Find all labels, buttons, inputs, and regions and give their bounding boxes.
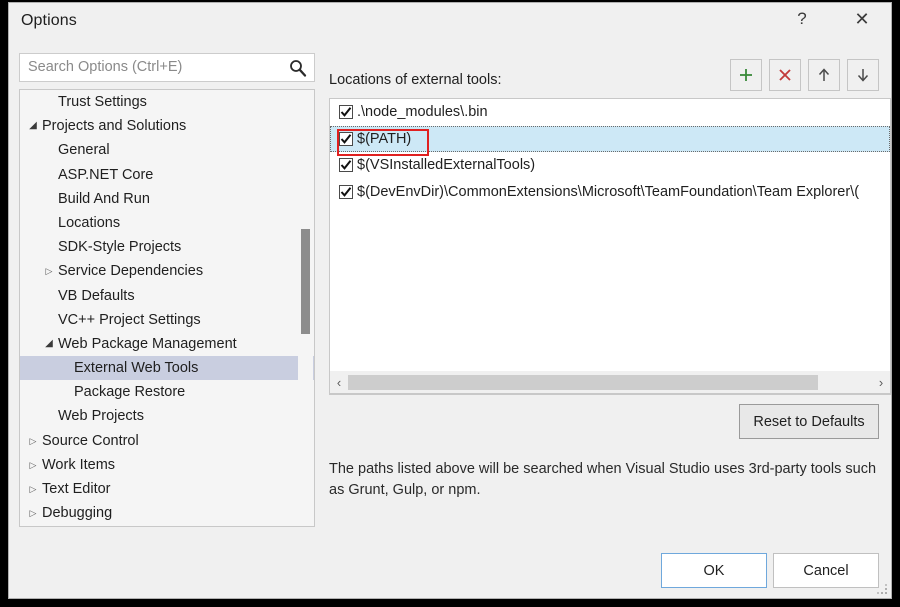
delete-path-button[interactable] — [769, 59, 801, 91]
sidebar-item-service-dependencies[interactable]: ▷ Service Dependencies — [20, 259, 314, 283]
tree-item-label: ASP.NET Core — [58, 166, 154, 183]
sidebar-item-package-restore[interactable]: Package Restore — [20, 380, 314, 404]
description-text: The paths listed above will be searched … — [329, 461, 877, 498]
list-item[interactable]: .\node_modules\.bin — [330, 99, 890, 126]
list-item[interactable]: $(DevEnvDir)\CommonExtensions\Microsoft\… — [330, 179, 890, 206]
tree-item-label: General — [58, 142, 110, 159]
search-icon — [290, 60, 307, 77]
resize-grip[interactable] — [876, 583, 888, 595]
add-path-button[interactable] — [730, 59, 762, 91]
external-tools-list[interactable]: .\node_modules\.bin $(PATH) $(VSInstalledE… — [329, 98, 891, 395]
tree-scrollbar[interactable] — [298, 91, 313, 526]
list-item[interactable]: $(VSInstalledExternalTools) — [330, 152, 890, 179]
scrollbar-thumb[interactable] — [348, 374, 818, 390]
sidebar-item-web-package-management[interactable]: ◢ Web Package Management — [20, 332, 314, 356]
list-item[interactable]: $(PATH) — [330, 125, 890, 152]
path-label: $(PATH) — [357, 130, 412, 147]
tree-item-label: External Web Tools — [74, 360, 199, 377]
search-input[interactable]: Search Options (Ctrl+E) — [19, 53, 315, 82]
scrollbar-track[interactable] — [348, 371, 872, 393]
arrow-up-icon — [818, 68, 830, 81]
ok-button[interactable]: OK — [661, 553, 767, 588]
tree-item-label: Build And Run — [58, 190, 150, 207]
list-toolbar — [730, 59, 879, 91]
reset-to-defaults-button[interactable]: Reset to Defaults — [739, 404, 879, 439]
close-icon: ✕ — [854, 8, 870, 29]
chevron-down-icon[interactable]: ◢ — [26, 114, 40, 138]
question-mark-icon: ? — [797, 9, 807, 28]
path-label: $(DevEnvDir)\CommonExtensions\Microsoft\… — [357, 183, 860, 200]
path-label: .\node_modules\.bin — [357, 104, 488, 121]
sidebar-item-sdk-style-projects[interactable]: SDK-Style Projects — [20, 235, 314, 259]
sidebar-item-locations[interactable]: Locations — [20, 211, 314, 235]
options-dialog: Options ? ✕ Search Options (Ctrl+E) Trus… — [8, 2, 892, 599]
tree-item-label: VB Defaults — [58, 287, 135, 304]
tree-item-label: Package Restore — [74, 384, 186, 401]
sidebar-item-work-items[interactable]: ▷ Work Items — [20, 453, 314, 477]
sidebar-item-build-and-run[interactable]: Build And Run — [20, 187, 314, 211]
tree-item-label: Text Editor — [42, 481, 111, 497]
scroll-left-button[interactable]: ‹ — [330, 372, 348, 393]
list-horizontal-scrollbar[interactable]: ‹ › — [329, 371, 891, 394]
tree-item-label: Trust Settings — [58, 94, 147, 110]
sidebar-item-source-control[interactable]: ▷ Source Control — [20, 429, 314, 453]
close-x-icon — [779, 69, 791, 81]
chevron-right-icon[interactable]: ▷ — [26, 453, 40, 477]
list-label: Locations of external tools: — [329, 72, 502, 88]
path-checkbox[interactable] — [339, 131, 353, 146]
sidebar-item-projects-and-solutions[interactable]: ◢ Projects and Solutions — [20, 114, 314, 138]
sidebar-item-external-web-tools[interactable]: External Web Tools — [20, 356, 314, 381]
sidebar-item-text-editor[interactable]: ▷ Text Editor — [20, 477, 314, 501]
sidebar-item-vb-defaults[interactable]: VB Defaults — [20, 284, 314, 308]
sidebar-item-asp-net-core[interactable]: ASP.NET Core — [20, 163, 314, 187]
chevron-right-icon[interactable]: ▷ — [26, 429, 40, 453]
sidebar-item-web-projects[interactable]: Web Projects — [20, 404, 314, 428]
tree-item-label: Locations — [58, 214, 121, 231]
chevron-right-icon[interactable]: ▷ — [42, 259, 56, 283]
help-button[interactable]: ? — [779, 3, 825, 35]
sidebar-item-debugging[interactable]: ▷ Debugging — [20, 501, 314, 525]
search-placeholder: Search Options (Ctrl+E) — [28, 59, 183, 75]
chevron-down-icon[interactable]: ◢ — [42, 332, 56, 356]
window-title: Options — [21, 12, 77, 29]
sidebar-item-trust-settings[interactable]: Trust Settings — [20, 90, 314, 114]
tree-item-label: Projects and Solutions — [42, 118, 187, 135]
chevron-right-icon[interactable]: ▷ — [26, 477, 40, 501]
options-tree[interactable]: Trust Settings ◢ Projects and Solutions Gen… — [19, 89, 315, 527]
cancel-button[interactable]: Cancel — [773, 553, 879, 588]
path-label: $(VSInstalledExternalTools) — [357, 157, 536, 174]
tree-item-label: VC++ Project Settings — [58, 311, 201, 328]
tree-item-label: Web Projects — [58, 408, 144, 425]
tree-item-label: Web Package Management — [58, 335, 237, 352]
tree-item-label: Service Dependencies — [58, 263, 204, 280]
sidebar-item-vc-project-settings[interactable]: VC++ Project Settings — [20, 308, 314, 332]
plus-icon — [740, 69, 752, 81]
tree-item-label: Debugging — [42, 505, 113, 522]
move-up-button[interactable] — [808, 59, 840, 91]
chevron-right-icon[interactable]: ▷ — [26, 501, 40, 525]
tree-item-label: SDK-Style Projects — [58, 239, 182, 256]
path-checkbox[interactable] — [339, 105, 353, 120]
tree-item-list: Trust Settings ◢ Projects and Solutions Gen… — [20, 90, 314, 525]
sidebar-item-general[interactable]: General — [20, 138, 314, 162]
arrow-down-icon — [857, 69, 869, 82]
path-checkbox[interactable] — [339, 184, 353, 199]
scroll-right-button[interactable]: › — [872, 372, 890, 393]
move-down-button[interactable] — [847, 59, 879, 91]
tree-item-label: Source Control — [42, 432, 139, 449]
close-button[interactable]: ✕ — [839, 3, 885, 35]
title-bar: Options ? ✕ — [9, 3, 891, 44]
tree-scrollbar-thumb[interactable] — [301, 229, 310, 334]
tree-item-label: Work Items — [42, 456, 116, 473]
path-checkbox[interactable] — [339, 158, 353, 173]
